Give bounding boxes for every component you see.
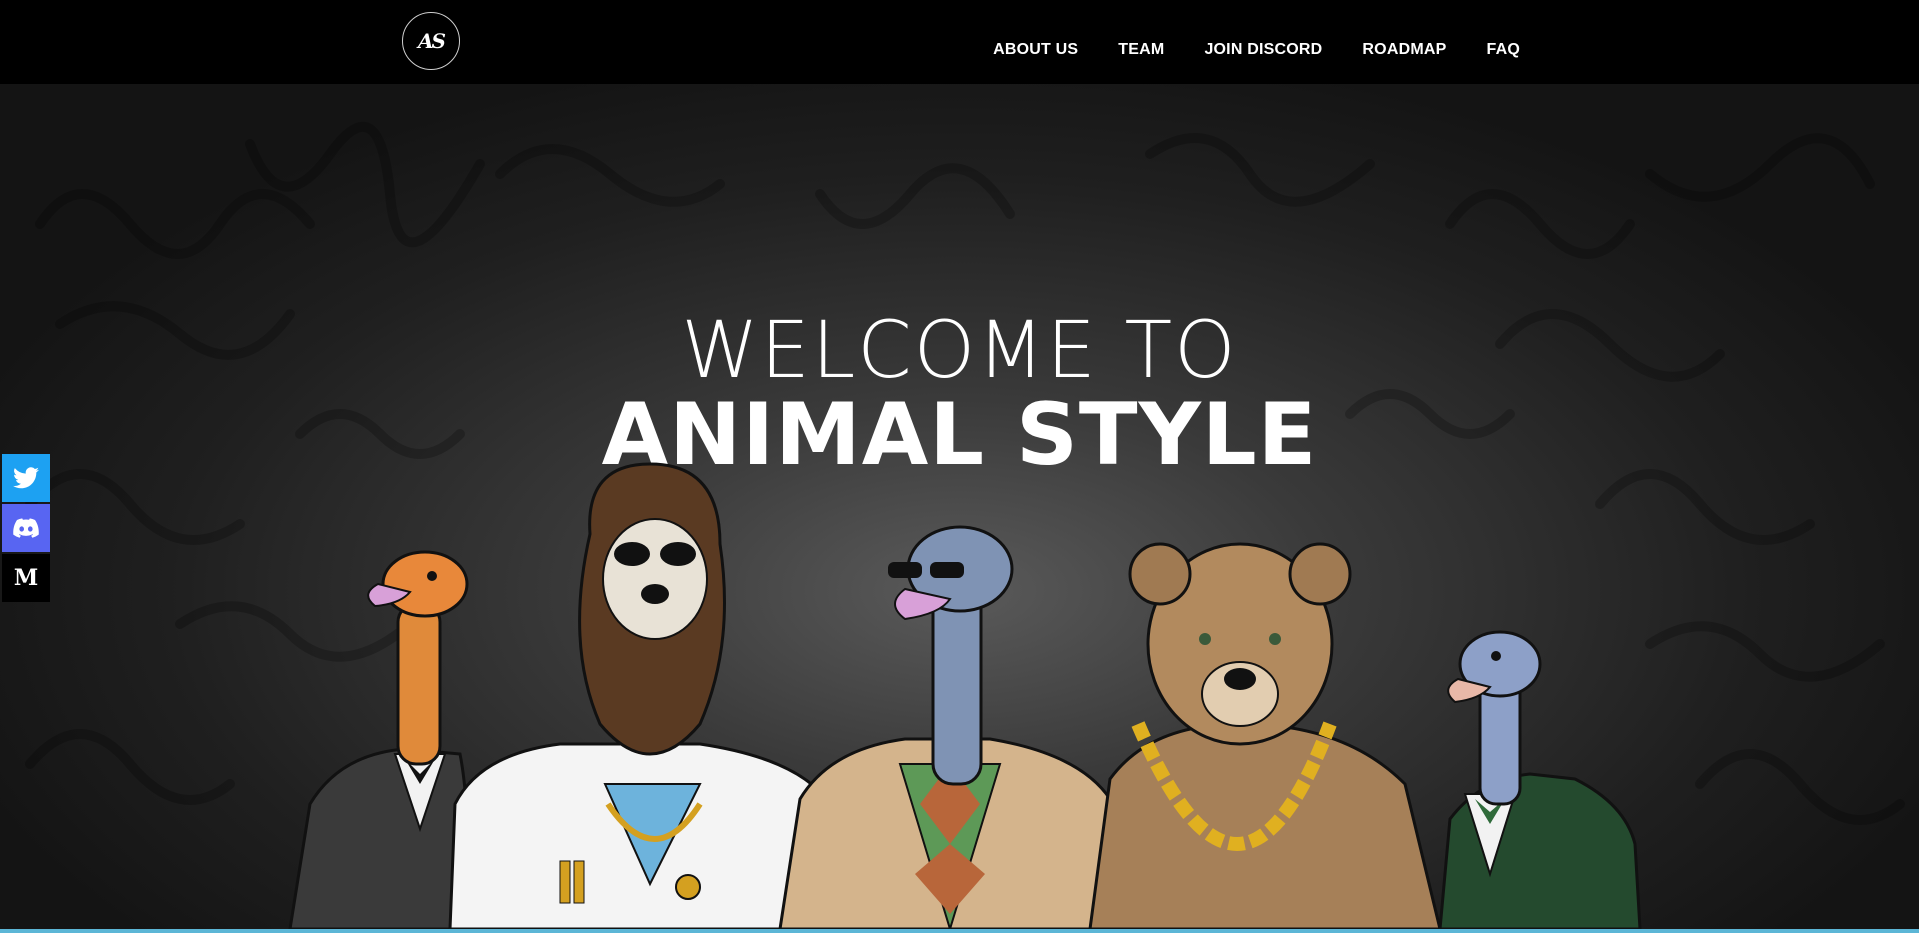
medium-button[interactable]: M [2, 554, 50, 602]
nav-join-discord[interactable]: JOIN DISCORD [1204, 41, 1322, 59]
social-links-bar: M [2, 454, 50, 604]
logo-text: AS [418, 29, 446, 53]
bear-character [1088, 542, 1442, 929]
discord-icon [13, 518, 39, 538]
twitter-icon [13, 467, 39, 489]
orange-ostrich-character [288, 550, 472, 929]
animal-characters-illustration [288, 462, 1642, 929]
medium-icon: M [13, 565, 39, 591]
animal-style-logo[interactable]: AS [402, 12, 460, 70]
nav-team[interactable]: TEAM [1118, 41, 1164, 59]
page: AS ABOUT US TEAM JOIN DISCORD ROADMAP FA… [0, 0, 1919, 933]
twitter-button[interactable] [2, 454, 50, 502]
discord-button[interactable] [2, 504, 50, 552]
hero-section: WELCOME TO ANIMAL STYLE [0, 84, 1919, 929]
bottom-accent-strip [0, 929, 1919, 933]
nav-about-us[interactable]: ABOUT US [993, 41, 1078, 59]
blue-ostrich-sunglasses-character [778, 525, 1127, 929]
periwinkle-ostrich-character [1438, 630, 1642, 929]
main-nav: ABOUT US TEAM JOIN DISCORD ROADMAP FAQ [993, 41, 1520, 59]
nav-roadmap[interactable]: ROADMAP [1362, 41, 1446, 59]
sloth-character [448, 462, 847, 929]
nav-faq[interactable]: FAQ [1487, 41, 1521, 59]
top-navbar: AS ABOUT US TEAM JOIN DISCORD ROADMAP FA… [0, 0, 1919, 84]
